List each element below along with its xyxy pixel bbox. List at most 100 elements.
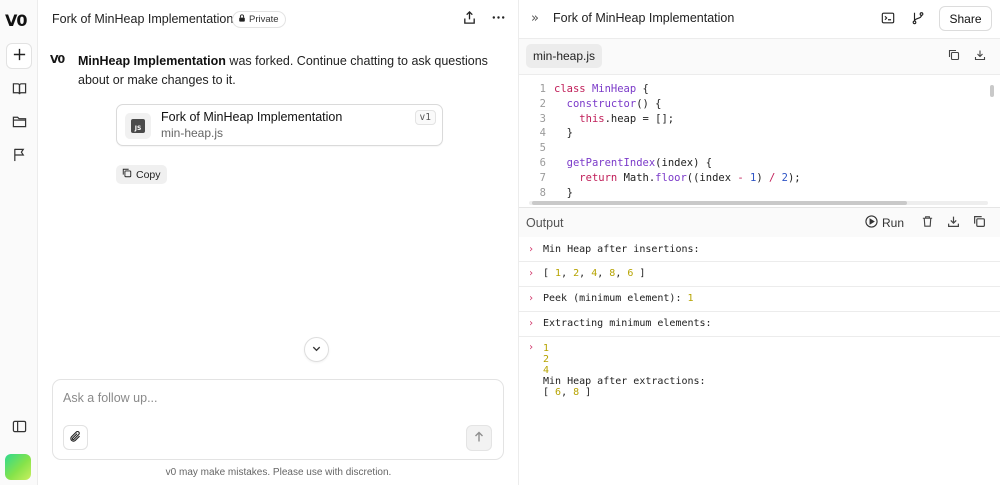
code-line: 7 return Math.floor((index - 1) / 2); <box>519 171 801 186</box>
play-icon <box>865 215 878 231</box>
copy-label: Copy <box>136 168 161 181</box>
folder-icon <box>12 114 27 132</box>
flag-icon <box>12 147 27 165</box>
lock-icon <box>238 14 246 25</box>
chat-title[interactable]: Fork of MinHeap Implementation <box>52 12 233 26</box>
sidebar-rail: V0 <box>0 0 38 485</box>
output-row: › 1 2 4 Min Heap after extractions:[ 6, 8 ] <box>528 342 706 398</box>
chat-header: Fork of MinHeap Implementation Private <box>38 0 519 38</box>
attach-button[interactable] <box>63 425 88 450</box>
trash-icon <box>921 215 934 231</box>
book-icon <box>12 81 27 99</box>
line-number: 6 <box>539 157 546 169</box>
message-bold: MinHeap Implementation <box>78 54 226 68</box>
scrollbar-thumb[interactable] <box>532 201 907 205</box>
ellipsis-icon <box>491 10 506 28</box>
arrow-up-icon <box>473 431 485 446</box>
share-export-button[interactable] <box>460 10 478 28</box>
code-line: 2 constructor() { <box>519 97 662 112</box>
horizontal-scrollbar[interactable] <box>529 201 988 205</box>
message-composer[interactable]: Ask a follow up... <box>52 379 504 460</box>
copy-icon <box>122 168 132 181</box>
app-window: V0 Fork of MinHeap Implementation Privat… <box>0 0 1000 485</box>
v0-avatar-icon: V0 <box>50 53 65 66</box>
clear-output-button[interactable] <box>919 215 935 231</box>
code-line: 8 } <box>519 186 573 201</box>
privacy-badge[interactable]: Private <box>232 11 286 28</box>
output-row: › Peek (minimum element): 1 <box>519 287 1000 312</box>
version-card[interactable]: JS Fork of MinHeap Implementation min-he… <box>116 104 443 146</box>
download-output-button[interactable] <box>945 215 961 231</box>
copy-code-button[interactable] <box>946 48 962 64</box>
user-avatar[interactable] <box>5 454 31 480</box>
v0-logo[interactable]: V0 <box>5 11 27 30</box>
run-label: Run <box>882 216 905 230</box>
copy-button[interactable]: Copy <box>116 165 167 184</box>
sidebar-icon <box>12 419 27 437</box>
sidebar-item-feedback[interactable] <box>6 143 32 169</box>
output-row: ›[ 1, 2, 4, 8, 6 ] <box>519 262 1000 287</box>
paperclip-icon <box>69 430 82 446</box>
code-line: 6 getParentIndex(index) { <box>519 156 712 171</box>
line-number: 4 <box>539 127 546 140</box>
line-number: 7 <box>539 171 546 184</box>
chevron-right-icon: › <box>528 293 535 304</box>
scroll-to-bottom-button[interactable] <box>304 337 329 362</box>
version-card-file: min-heap.js <box>161 126 224 140</box>
version-badge: v1 <box>414 110 436 125</box>
tab-min-heap-js[interactable]: min-heap.js <box>526 44 603 68</box>
output-label: Output <box>526 216 564 230</box>
line-number: 2 <box>539 97 546 110</box>
message-text: MinHeap Implementation was forked. Conti… <box>78 52 508 90</box>
terminal-icon <box>881 11 895 28</box>
privacy-label: Private <box>249 14 279 25</box>
version-card-title: Fork of MinHeap Implementation <box>161 110 343 124</box>
vertical-scrollbar[interactable] <box>990 85 994 97</box>
chevron-down-icon <box>311 342 322 357</box>
chat-panel: Fork of MinHeap Implementation Private V… <box>38 0 519 485</box>
preview-title: Fork of MinHeap Implementation <box>553 11 735 25</box>
sidebar-item-projects[interactable] <box>6 110 32 136</box>
share-button[interactable]: Share <box>939 6 992 31</box>
output-row: › Extracting minimum elements: <box>519 312 1000 337</box>
fork-button[interactable] <box>909 10 927 28</box>
code-line: 3 this.heap = []; <box>519 112 674 127</box>
preview-header: » Fork of MinHeap Implementation Share <box>519 0 1000 38</box>
console-toggle-button[interactable] <box>879 10 897 28</box>
line-number: 3 <box>539 112 546 125</box>
line-number: 1 <box>539 83 546 95</box>
copy-icon <box>973 215 986 231</box>
copy-output-button[interactable] <box>971 215 987 231</box>
code-line: 5 <box>519 141 554 156</box>
chevron-right-icon: › <box>528 244 535 255</box>
composer-input[interactable]: Ask a follow up... <box>63 391 158 405</box>
code-line: 4 } <box>519 126 573 141</box>
disclaimer-text: v0 may make mistakes. Please use with di… <box>165 467 392 478</box>
js-file-icon: JS <box>125 113 151 139</box>
git-branch-icon <box>911 11 925 28</box>
chevron-right-icon: › <box>528 268 535 279</box>
output-header: Output Run <box>519 207 1000 237</box>
chevron-right-icon: › <box>528 318 535 329</box>
collapse-panel-icon[interactable]: » <box>531 11 539 26</box>
sidebar-item-library[interactable] <box>6 77 32 103</box>
file-tab-bar: min-heap.js <box>519 38 1000 74</box>
code-line: 1 class MinHeap { <box>519 82 649 97</box>
plus-icon <box>12 47 27 65</box>
line-number: 8 <box>539 186 546 199</box>
code-editor[interactable]: 1 class MinHeap {2 constructor() {3 this.… <box>519 74 1000 206</box>
toggle-sidebar-button[interactable] <box>6 415 32 441</box>
download-icon <box>947 215 960 231</box>
code-preview-panel: » Fork of MinHeap Implementation Share m… <box>519 0 1000 485</box>
download-code-button[interactable] <box>972 48 988 64</box>
run-button[interactable]: Run <box>865 214 904 232</box>
copy-icon <box>948 49 960 64</box>
chevron-right-icon: › <box>528 342 535 353</box>
line-number: 5 <box>539 142 546 155</box>
send-button[interactable] <box>466 425 492 451</box>
download-icon <box>974 49 986 64</box>
output-row: › Min Heap after insertions: <box>519 238 1000 262</box>
upload-icon <box>462 10 477 28</box>
new-chat-button[interactable] <box>6 43 32 69</box>
more-options-button[interactable] <box>489 10 507 28</box>
